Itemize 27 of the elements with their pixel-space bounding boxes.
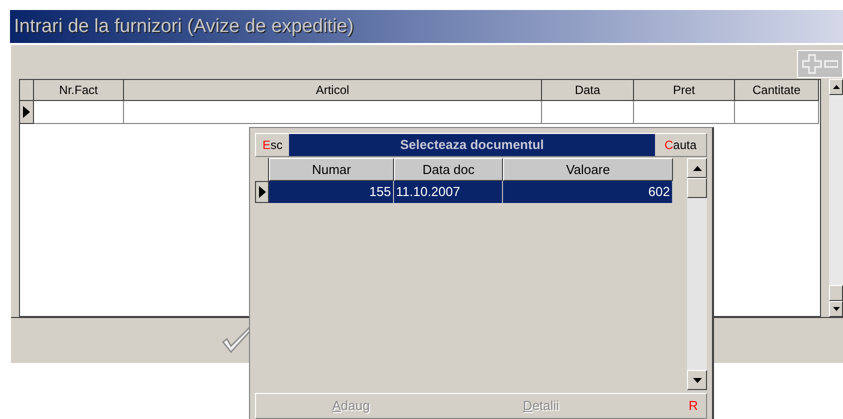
down-arrow-icon[interactable] <box>692 378 702 382</box>
scrollbar[interactable] <box>829 79 843 317</box>
column-header[interactable]: Valoare <box>503 158 673 181</box>
table-cell[interactable]: 11.10.2007 <box>394 181 503 203</box>
table-cell[interactable]: 155 <box>269 181 394 203</box>
table-cell[interactable] <box>124 101 542 124</box>
down-arrow-icon[interactable] <box>832 307 840 311</box>
column-header[interactable]: Cantitate <box>735 80 819 101</box>
column-header[interactable]: Data <box>542 80 634 101</box>
column-header[interactable]: Nr.Fact <box>34 80 124 101</box>
column-header[interactable]: Numar <box>269 158 394 181</box>
column-header[interactable]: Data doc <box>394 158 503 181</box>
dialog-title: Selecteaza documentul <box>289 134 655 156</box>
up-arrow-icon[interactable] <box>832 85 840 89</box>
table-cell[interactable] <box>735 101 819 124</box>
table-cell[interactable] <box>542 101 634 124</box>
up-arrow-icon[interactable] <box>692 166 702 170</box>
scroll-thumb[interactable] <box>687 178 707 198</box>
column-header[interactable]: Articol <box>124 80 542 101</box>
scroll-thumb[interactable] <box>829 285 843 301</box>
table-cell[interactable] <box>34 101 124 124</box>
table-cell[interactable] <box>634 101 735 124</box>
window-title: Intrari de la furnizori (Avize de expeditie) <box>10 10 843 43</box>
column-header[interactable]: Pret <box>634 80 735 101</box>
flag-label: R <box>688 397 698 416</box>
table-cell[interactable]: 602 <box>503 181 673 203</box>
scrollbar[interactable] <box>687 158 707 390</box>
